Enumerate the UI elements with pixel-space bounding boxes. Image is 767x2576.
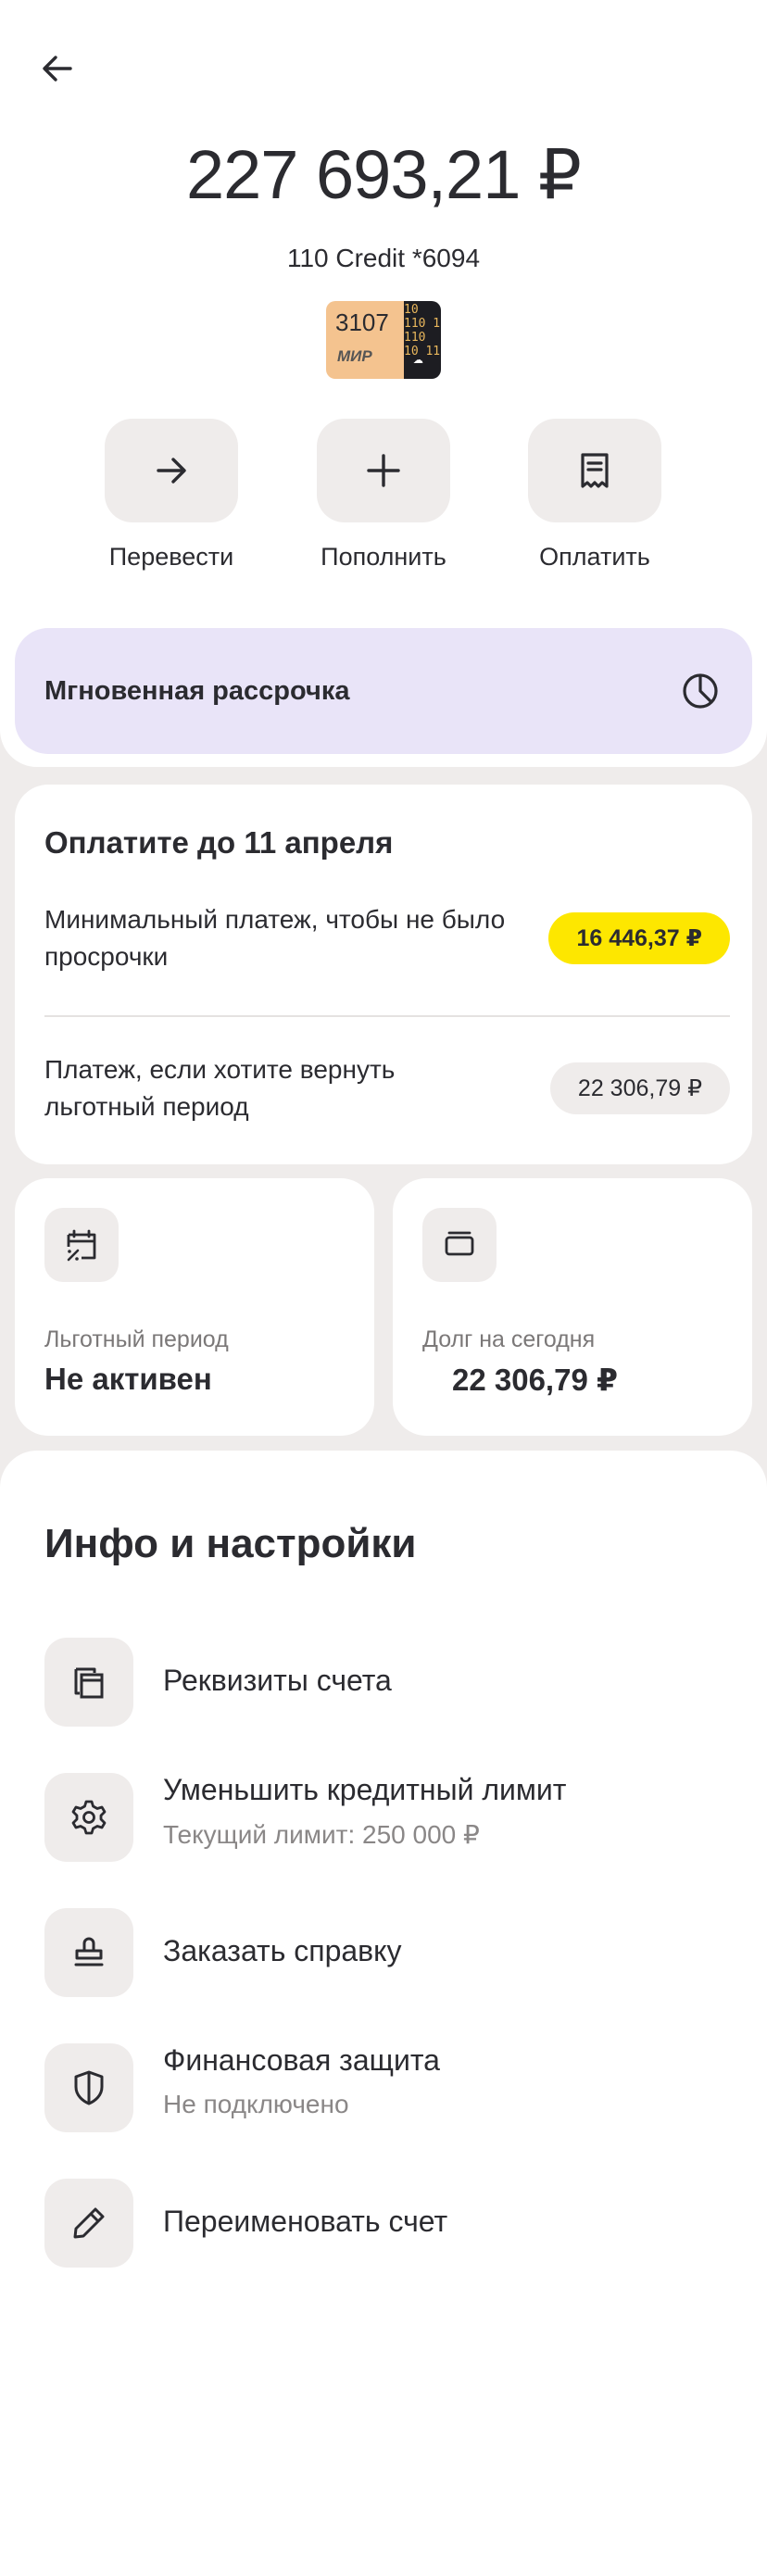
- grace-period-card[interactable]: Льготный период Не активен: [15, 1178, 374, 1436]
- reduce-limit-icon-box: [44, 1773, 133, 1862]
- financial-protection-icon-box: [44, 2043, 133, 2132]
- minimum-payment-label: Минимальный платеж, чтобы не было просро…: [44, 905, 506, 971]
- back-button[interactable]: [28, 39, 87, 98]
- grace-payment-label: Платеж, если хотите вернуть льготный пер…: [44, 1055, 396, 1121]
- grace-payment-row[interactable]: Платеж, если хотите вернуть льготный пер…: [44, 1051, 730, 1125]
- pay-icon-box: [528, 419, 661, 522]
- current-debt-amount: 22 306,79 ₽: [452, 1363, 618, 1397]
- instant-installment-banner[interactable]: Мгновенная рассрочка: [15, 628, 752, 754]
- current-debt-icon-box: [422, 1208, 497, 1282]
- payment-due-card: Оплатите до 11 апреля Минимальный платеж…: [15, 785, 752, 1164]
- account-details-item[interactable]: Реквизиты счета: [44, 1638, 730, 1727]
- account-name: 110 Credit *6094: [286, 244, 481, 272]
- arrow-right-icon: [157, 458, 186, 484]
- rename-account-item[interactable]: Переименовать счет: [44, 2179, 730, 2268]
- mir-card: 3107 МИР: [326, 301, 404, 379]
- reduce-limit-label: Уменьшить кредитный лимит: [163, 1773, 567, 1806]
- pencil-icon: [73, 2207, 105, 2239]
- stamp-icon: [74, 1937, 104, 1967]
- top-up-icon-box: [317, 419, 450, 522]
- info-settings-section: Инфо и настройки Реквизиты счета Уменьши…: [0, 1451, 767, 2576]
- payment-due-title: Оплатите до 11 апреля: [44, 825, 394, 860]
- account-page: 227 693,21 ₽ 110 Credit *6094 3107 МИР 1…: [0, 0, 767, 2576]
- shield-icon: [74, 2070, 104, 2105]
- account-details-icon-box: [44, 1638, 133, 1727]
- transfer-label: Перевести: [108, 543, 234, 571]
- current-debt-card[interactable]: Долг на сегодня 22 306,79 ₽: [393, 1178, 752, 1436]
- pie-chart-icon: [683, 673, 718, 709]
- top-up-label: Пополнить: [321, 543, 446, 571]
- cloud-icon: ☁: [413, 348, 423, 368]
- card-outline-icon: [445, 1231, 474, 1256]
- grace-period-status: Не активен: [44, 1362, 212, 1396]
- arrow-left-icon: [43, 56, 72, 82]
- financial-protection-item[interactable]: Финансовая защита Не подключено: [44, 2043, 730, 2132]
- order-certificate-icon-box: [44, 1908, 133, 1997]
- grace-period-icon-box: [44, 1208, 119, 1282]
- info-settings-title: Инфо и настройки: [44, 1521, 417, 1566]
- financial-protection-status: Не подключено: [163, 2090, 349, 2118]
- rename-account-label: Переименовать счет: [163, 2205, 448, 2238]
- grace-period-caption: Льготный период: [44, 1326, 229, 1352]
- gear-icon: [71, 1800, 107, 1835]
- plus-icon: [367, 454, 400, 487]
- rename-account-icon-box: [44, 2179, 133, 2268]
- payment-divider: [44, 1015, 730, 1017]
- account-balance: 227 693,21 ₽: [185, 136, 582, 213]
- current-limit-text: Текущий лимит: 250 000 ₽: [163, 1820, 480, 1849]
- order-certificate-item[interactable]: Заказать справку: [44, 1908, 730, 1997]
- current-debt-caption: Долг на сегодня: [422, 1326, 596, 1352]
- reduce-credit-limit-item[interactable]: Уменьшить кредитный лимит Текущий лимит:…: [44, 1773, 730, 1862]
- minimum-payment-amount: 16 446,37 ₽: [548, 912, 730, 964]
- card-thumbnail[interactable]: 3107 МИР 10 110 1 110 10 11 ☁: [326, 301, 441, 379]
- pay-button[interactable]: Оплатить: [511, 419, 678, 585]
- account-details-label: Реквизиты счета: [163, 1664, 392, 1697]
- quick-actions: Перевести Пополнить Оплатить: [0, 419, 767, 585]
- grace-payment-amount: 22 306,79 ₽: [549, 1062, 730, 1114]
- binary-card: 10 110 1 110 10 11 ☁: [404, 301, 441, 379]
- receipt-icon: [581, 453, 609, 488]
- transfer-icon-box: [105, 419, 238, 522]
- order-certificate-label: Заказать справку: [163, 1934, 402, 1967]
- calendar-percent-icon: [67, 1229, 96, 1262]
- top-up-button[interactable]: Пополнить: [300, 419, 467, 585]
- pay-label: Оплатить: [539, 543, 650, 571]
- minimum-payment-row[interactable]: Минимальный платеж, чтобы не было просро…: [44, 901, 730, 975]
- copy-document-icon: [74, 1667, 104, 1699]
- installment-label: Мгновенная рассрочка: [44, 675, 350, 706]
- card-number-short: 3107: [335, 308, 389, 336]
- transfer-button[interactable]: Перевести: [88, 419, 255, 585]
- financial-protection-label: Финансовая защита: [163, 2043, 440, 2077]
- mir-logo: МИР: [337, 347, 372, 365]
